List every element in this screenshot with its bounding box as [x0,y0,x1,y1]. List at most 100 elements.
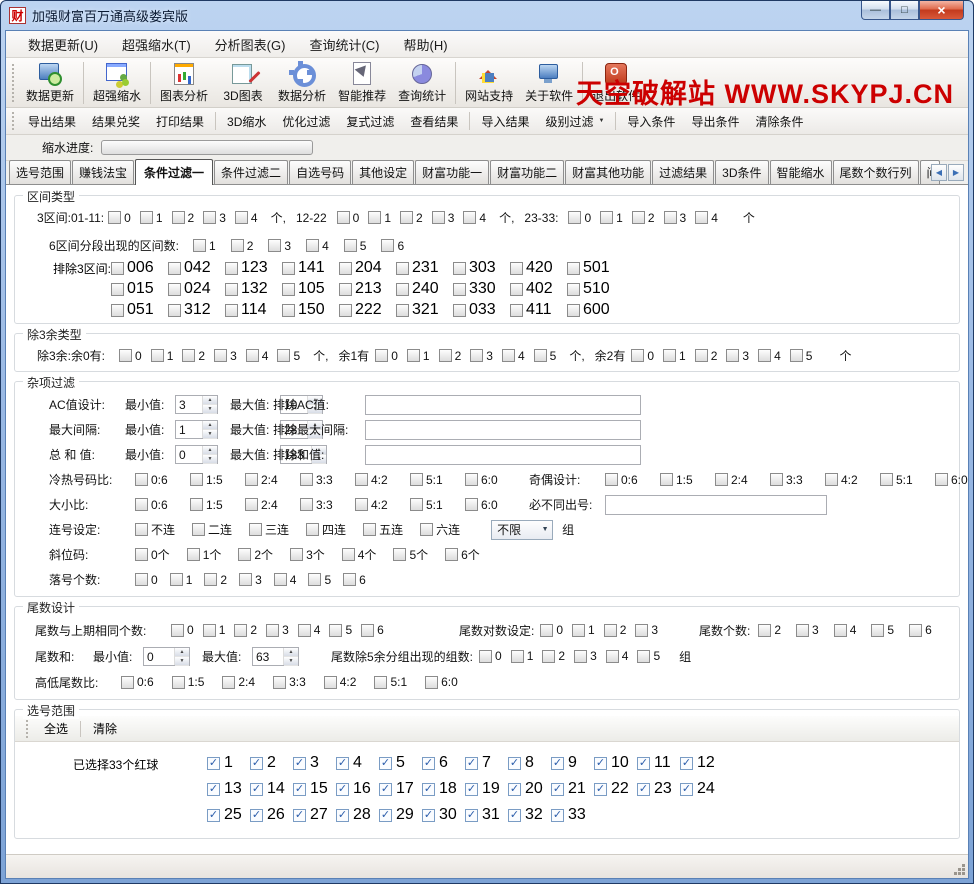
checkbox-1[interactable]: 1 [170,573,193,587]
checkbox-2:4[interactable]: 2:4 [222,675,255,689]
checkbox-015[interactable]: 015 [111,280,168,298]
checkbox-3[interactable]: 3 [432,211,455,225]
spin-up-icon[interactable]: ▲ [203,446,217,455]
checkbox-12[interactable]: ✓12 [680,754,723,772]
checkbox-2[interactable]: 2 [604,623,627,637]
toolbar-button[interactable]: 级别过滤 [537,110,612,133]
checkbox-2:4[interactable]: 2:4 [245,498,283,512]
checkbox-3[interactable]: 3 [266,623,289,637]
checkbox-2:4[interactable]: 2:4 [715,473,753,487]
checkbox-6[interactable]: 6 [381,239,404,253]
checkbox-33[interactable]: ✓33 [551,806,594,824]
checkbox-051[interactable]: 051 [111,301,168,319]
checkbox-231[interactable]: 231 [396,259,453,277]
checkbox-6个[interactable]: 6个 [445,546,480,563]
checkbox-三连[interactable]: 三连 [249,521,289,538]
tab-过滤结果[interactable]: 过滤结果 [652,160,714,184]
checkbox-9[interactable]: ✓9 [551,754,594,772]
exclude-sum-input[interactable] [365,445,641,465]
group-limit-dropdown[interactable]: 不限 ▼ [491,520,553,540]
checkbox-042[interactable]: 042 [168,259,225,277]
checkbox-8[interactable]: ✓8 [508,754,551,772]
checkbox-3[interactable]: 3 [635,623,658,637]
checkbox-1[interactable]: 1 [572,623,595,637]
checkbox-23[interactable]: ✓23 [637,780,680,798]
must-diff-input[interactable] [605,495,827,515]
checkbox-2[interactable]: 2 [204,573,227,587]
checkbox-21[interactable]: ✓21 [551,780,594,798]
checkbox-5[interactable]: 5 [790,349,813,363]
toolbar-button-gear[interactable]: 数据分析 [272,61,332,105]
checkbox-6:0[interactable]: 6:0 [465,473,503,487]
spin-up-icon[interactable]: ▲ [203,421,217,430]
sum-min-spinner[interactable]: 0▲▼ [175,445,218,464]
checkbox-6[interactable]: 6 [361,623,384,637]
button-清除[interactable]: 清除 [83,717,127,740]
checkbox-600[interactable]: 600 [567,301,624,319]
toolbar-button-home[interactable]: 网站支持 [459,61,519,105]
spin-down-icon[interactable]: ▼ [175,657,189,666]
spin-up-icon[interactable]: ▲ [203,396,217,405]
checkbox-5:1[interactable]: 5:1 [880,473,918,487]
checkbox-204[interactable]: 204 [339,259,396,277]
checkbox-5[interactable]: 5 [308,573,331,587]
checkbox-3个[interactable]: 3个 [290,546,325,563]
checkbox-4:2[interactable]: 4:2 [355,473,393,487]
checkbox-132[interactable]: 132 [225,280,282,298]
checkbox-0[interactable]: 0 [375,349,398,363]
tail-sum-max-spinner[interactable]: 63▲▼ [252,647,299,666]
checkbox-1[interactable]: 1 [663,349,686,363]
checkbox-2个[interactable]: 2个 [238,546,273,563]
tab-尾数个数行列[interactable]: 尾数个数行列 [833,160,919,184]
checkbox-3:3[interactable]: 3:3 [300,498,338,512]
checkbox-1[interactable]: 1 [511,649,534,663]
checkbox-6[interactable]: 6 [909,623,932,637]
checkbox-5[interactable]: 5 [344,239,367,253]
checkbox-29[interactable]: ✓29 [379,806,422,824]
checkbox-330[interactable]: 330 [453,280,510,298]
checkbox-3[interactable]: 3 [796,623,819,637]
checkbox-3[interactable]: ✓3 [293,754,336,772]
toolbar-button[interactable]: 导出条件 [683,110,747,133]
checkbox-4[interactable]: 4 [502,349,525,363]
checkbox-13[interactable]: ✓13 [207,780,250,798]
toolbar-button-shrink[interactable]: 超强缩水 [87,61,147,105]
toolbar-button[interactable]: 复式过滤 [338,110,402,133]
checkbox-1:5[interactable]: 1:5 [172,675,205,689]
checkbox-24[interactable]: ✓24 [680,780,723,798]
checkbox-1[interactable]: 1 [140,211,163,225]
checkbox-4个[interactable]: 4个 [342,546,377,563]
checkbox-240[interactable]: 240 [396,280,453,298]
checkbox-2[interactable]: 2 [542,649,565,663]
tab-scroll-left-icon[interactable]: ◀ [931,164,947,181]
checkbox-3[interactable]: 3 [726,349,749,363]
checkbox-25[interactable]: ✓25 [207,806,250,824]
checkbox-4[interactable]: 4 [758,349,781,363]
checkbox-3[interactable]: 3 [268,239,291,253]
exclude-ac-input[interactable] [365,395,641,415]
checkbox-411[interactable]: 411 [510,301,567,319]
checkbox-2[interactable]: 2 [182,349,205,363]
toolbar-button-chart-3d[interactable]: 3D图表 [214,61,272,105]
checkbox-4[interactable]: ✓4 [336,754,379,772]
checkbox-17[interactable]: ✓17 [379,780,422,798]
checkbox-6:0[interactable]: 6:0 [425,675,458,689]
checkbox-不连[interactable]: 不连 [135,521,175,538]
checkbox-3[interactable]: 3 [470,349,493,363]
button-全选[interactable]: 全选 [34,717,78,740]
checkbox-1[interactable]: 1 [368,211,391,225]
tail-sum-min-spinner[interactable]: 0▲▼ [143,647,190,666]
checkbox-4[interactable]: 4 [235,211,258,225]
checkbox-32[interactable]: ✓32 [508,806,551,824]
tab-3D条件[interactable]: 3D条件 [715,160,768,184]
menu-item[interactable]: 数据更新(U) [16,31,110,58]
checkbox-7[interactable]: ✓7 [465,754,508,772]
checkbox-2[interactable]: 2 [400,211,423,225]
toolbar-button-pie[interactable]: 查询统计 [392,61,452,105]
checkbox-26[interactable]: ✓26 [250,806,293,824]
checkbox-5个[interactable]: 5个 [393,546,428,563]
checkbox-六连[interactable]: 六连 [420,521,460,538]
checkbox-15[interactable]: ✓15 [293,780,336,798]
checkbox-4[interactable]: 4 [695,211,718,225]
checkbox-3:3[interactable]: 3:3 [300,473,338,487]
